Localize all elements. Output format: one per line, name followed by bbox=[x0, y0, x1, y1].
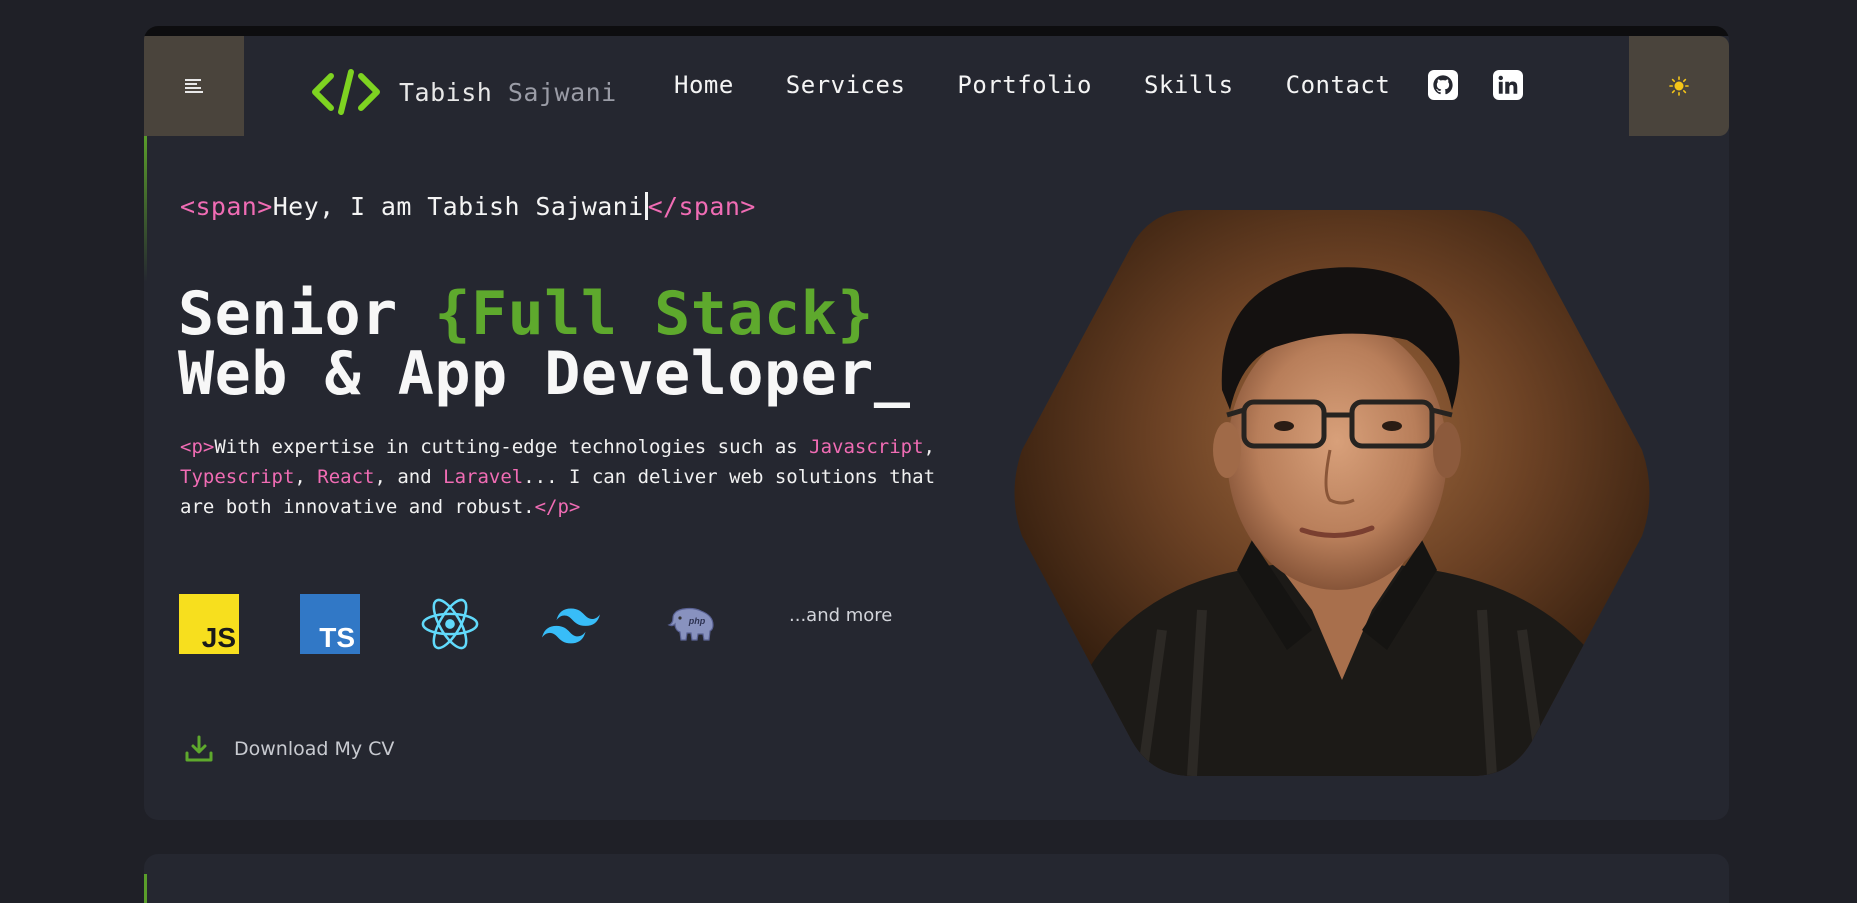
logo-first-name: Tabish bbox=[399, 77, 493, 107]
span-close-tag: </span> bbox=[647, 192, 756, 221]
desc-separator: , and bbox=[374, 466, 444, 488]
logo[interactable]: Tabish Sajwani bbox=[311, 68, 617, 116]
tech-react: React bbox=[317, 466, 375, 488]
typescript-icon: TS bbox=[300, 594, 360, 654]
hero-description: <p>With expertise in cutting-edge techno… bbox=[180, 432, 970, 522]
span-open-tag: <span> bbox=[180, 192, 273, 221]
profile-portrait bbox=[1014, 210, 1650, 776]
headline-line-1: Senior {Full Stack} bbox=[178, 284, 910, 344]
theme-toggle-button[interactable] bbox=[1629, 36, 1729, 136]
linkedin-link[interactable] bbox=[1493, 70, 1523, 100]
tech-laravel: Laravel bbox=[443, 466, 524, 488]
tech-javascript: Javascript bbox=[809, 436, 924, 458]
p-open-tag: <p> bbox=[180, 436, 215, 458]
code-brackets-icon bbox=[312, 69, 380, 115]
tech-typescript: Typescript bbox=[180, 466, 295, 488]
download-cv-button[interactable]: Download My CV bbox=[184, 734, 394, 764]
ts-badge-text: TS bbox=[319, 622, 355, 653]
javascript-icon: JS bbox=[179, 594, 239, 654]
nav-portfolio[interactable]: Portfolio bbox=[957, 71, 1092, 99]
greeting-text: Hey, I am Tabish Sajwani bbox=[272, 192, 644, 221]
accent-bar bbox=[144, 874, 147, 903]
download-icon bbox=[185, 735, 213, 762]
accent-bar bbox=[144, 134, 147, 282]
sun-icon bbox=[1669, 76, 1689, 96]
nav-contact[interactable]: Contact bbox=[1286, 71, 1391, 99]
nav-home[interactable]: Home bbox=[674, 71, 734, 99]
next-section-card bbox=[144, 854, 1729, 903]
php-elephant-icon: php bbox=[661, 594, 721, 654]
menu-button[interactable] bbox=[144, 36, 244, 136]
nav-skills[interactable]: Skills bbox=[1144, 71, 1234, 99]
nav-links: Home Services Portfolio Skills Contact bbox=[674, 71, 1442, 99]
php-badge-text: php bbox=[688, 616, 706, 626]
desc-separator: , bbox=[294, 466, 318, 488]
nav-services[interactable]: Services bbox=[786, 71, 906, 99]
linkedin-icon bbox=[1498, 75, 1518, 94]
github-link[interactable] bbox=[1428, 70, 1458, 100]
desc-separator: , bbox=[923, 436, 935, 458]
js-badge-text: JS bbox=[202, 622, 236, 653]
logo-name: Tabish Sajwani bbox=[399, 78, 617, 107]
p-close-tag: </p> bbox=[534, 496, 581, 518]
hero-greeting: <span>Hey, I am Tabish Sajwani </span> bbox=[180, 192, 756, 221]
headline-line-2: Web & App Developer_ bbox=[178, 339, 911, 409]
and-more-text: ...and more bbox=[789, 605, 893, 626]
hero-headline: Senior {Full Stack} Web & App Developer_ bbox=[178, 284, 910, 404]
desc-part-1: With expertise in cutting-edge technolog… bbox=[214, 436, 810, 458]
download-cv-label: Download My CV bbox=[234, 738, 395, 760]
menu-icon bbox=[185, 79, 203, 93]
github-icon bbox=[1433, 75, 1453, 95]
react-icon bbox=[420, 594, 480, 654]
logo-last-name: Sajwani bbox=[492, 77, 617, 107]
tailwind-icon bbox=[541, 594, 601, 654]
navbar: Tabish Sajwani Home Services Portfolio S… bbox=[144, 36, 1729, 136]
